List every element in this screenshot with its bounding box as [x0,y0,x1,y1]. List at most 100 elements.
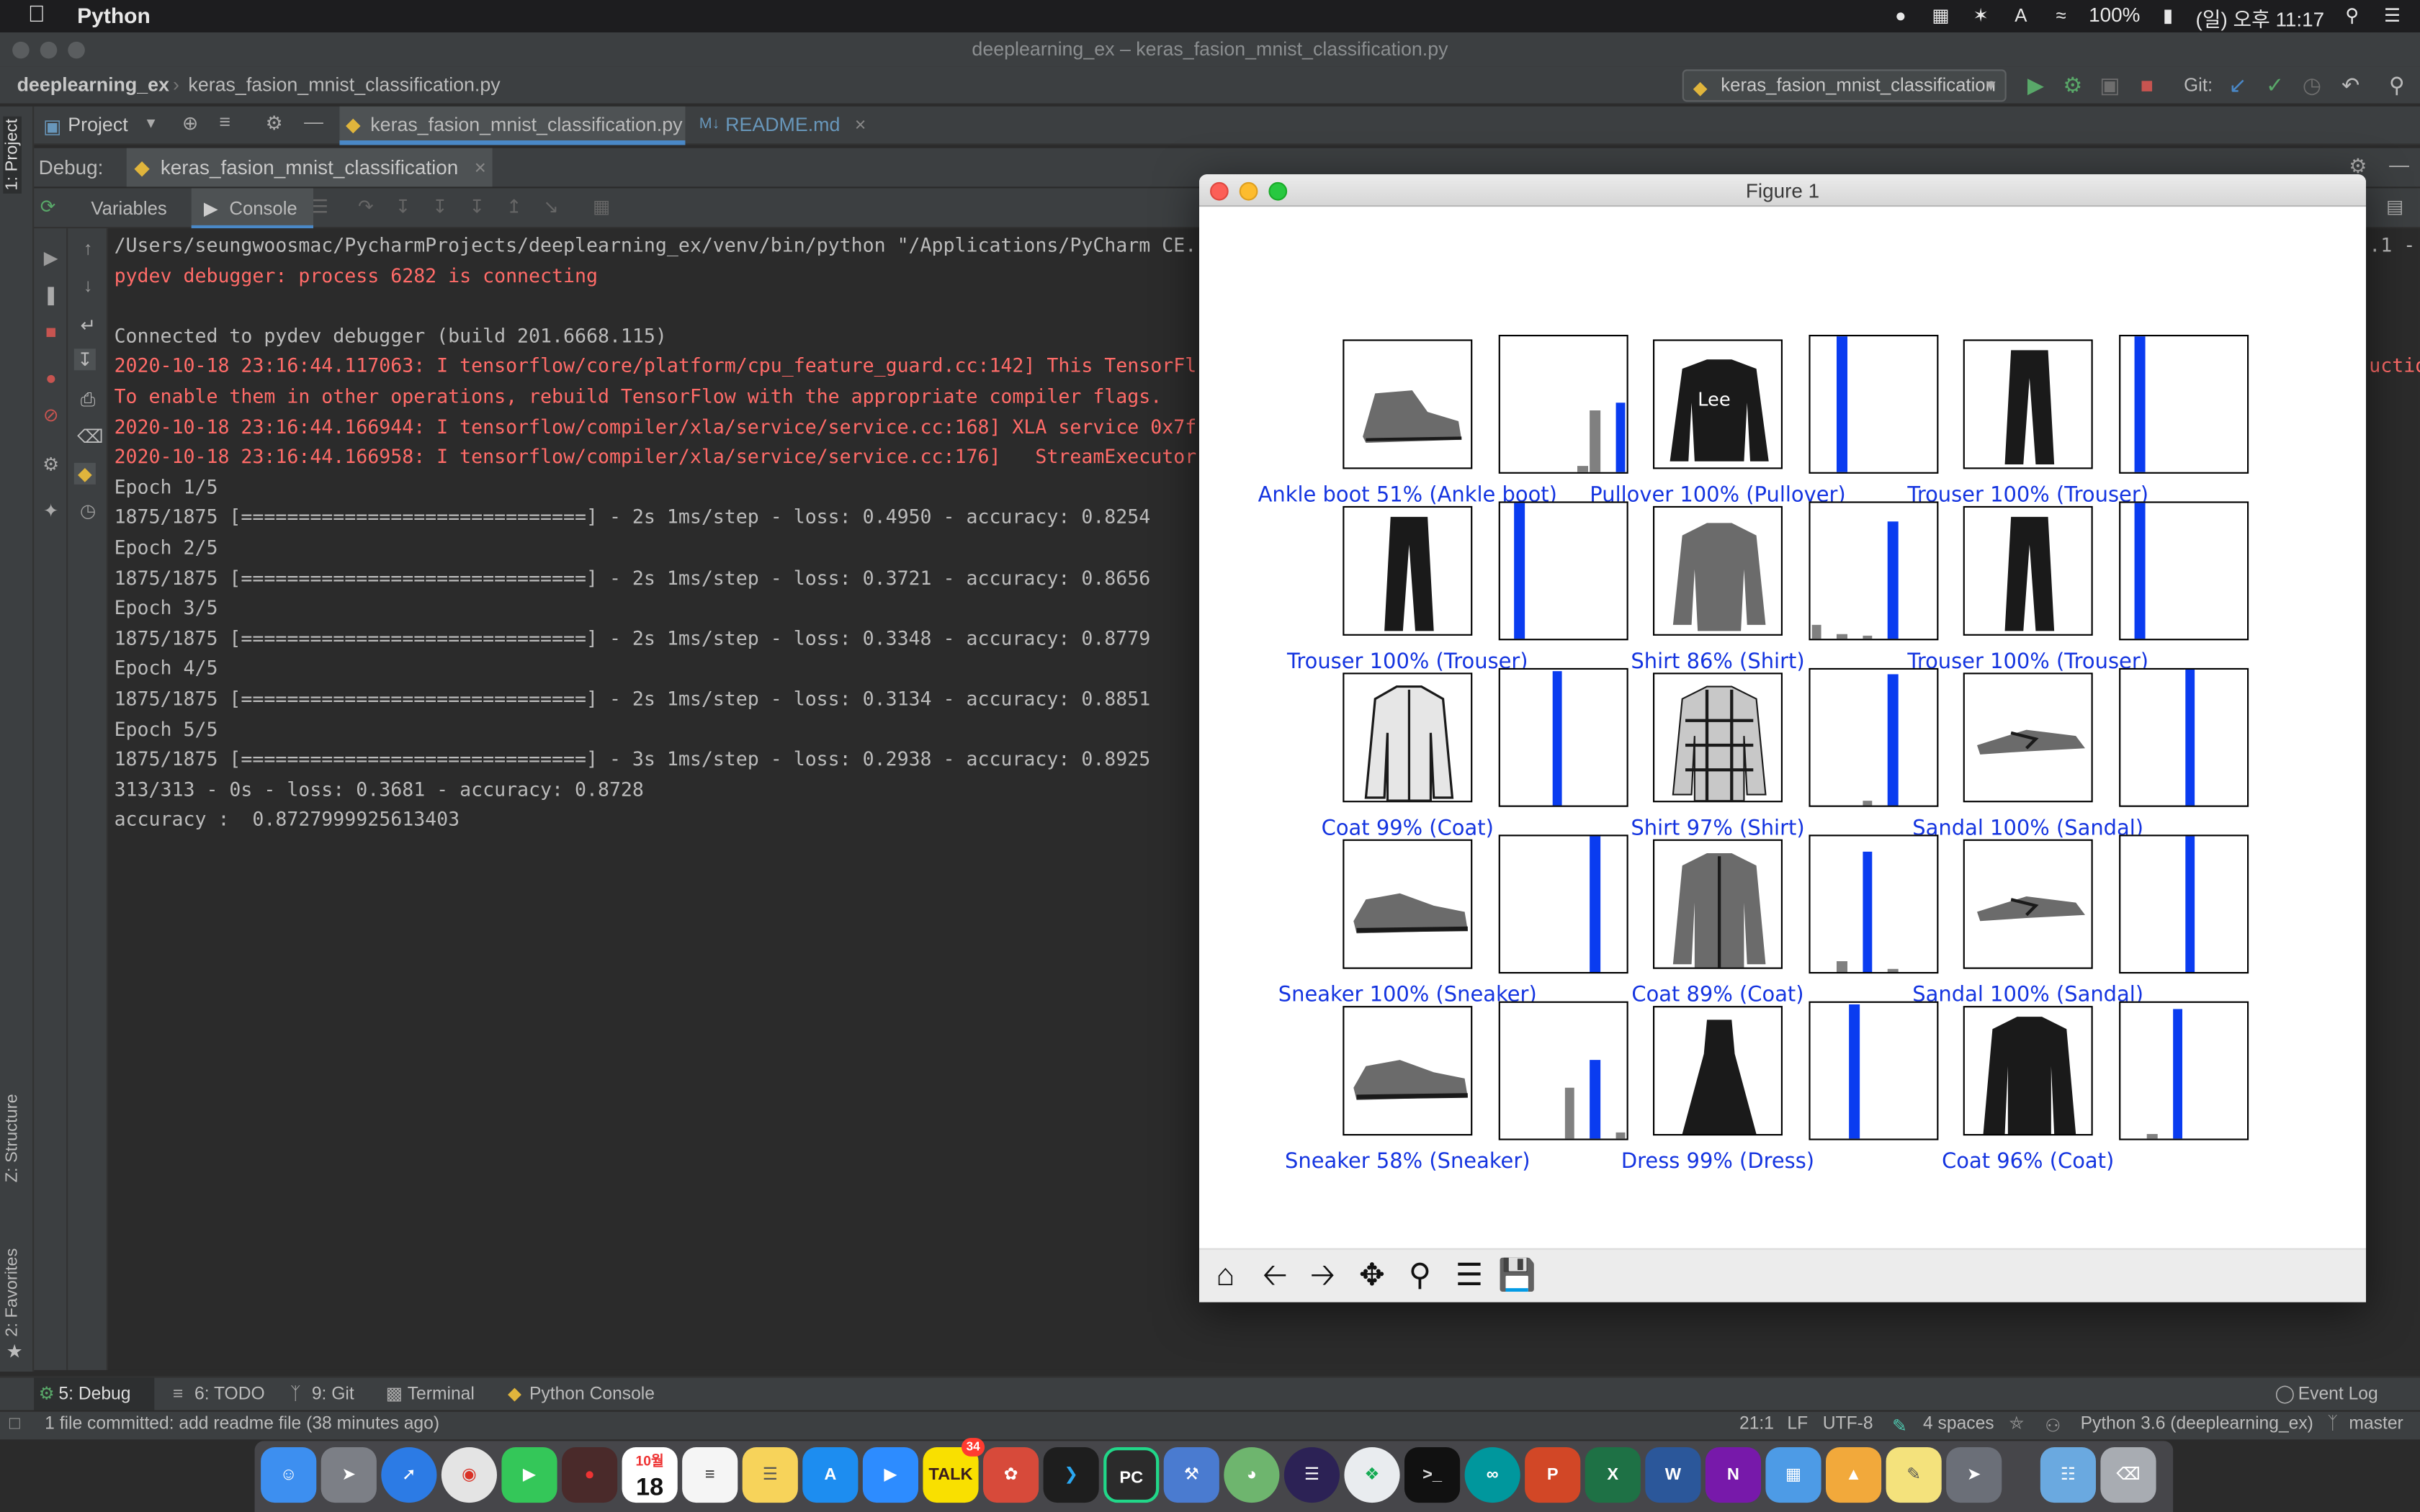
close-icon[interactable]: × [855,114,866,136]
mute-breakpoints-icon[interactable]: ⊘ [40,404,62,426]
project-tool-title[interactable]: Project [68,114,127,136]
history-icon[interactable]: ◷ [77,500,99,521]
tab-variables[interactable]: Variables [91,188,166,228]
lock-icon[interactable]: ⛤ [2009,1415,2024,1435]
zoom-icon[interactable]: ⚲ [1400,1256,1440,1296]
search-everywhere-icon[interactable]: ⚲ [2385,73,2409,97]
settings-icon[interactable]: ⚙ [40,454,62,475]
forward-icon[interactable]: 🡢 [1303,1256,1343,1296]
figure-canvas[interactable]: Ankle boot 51% (Ankle boot) Lee Pullover 1… [1199,207,2366,1248]
configure-icon[interactable]: ☰ [1449,1256,1489,1296]
scroll-down-icon[interactable]: ↓ [77,274,99,296]
tab-git[interactable]: ᛉ 9: Git [287,1378,354,1412]
pan-icon[interactable]: ✥ [1352,1256,1392,1296]
window-close-button[interactable] [12,41,30,59]
window-minimize-button[interactable] [40,41,58,59]
tab-console[interactable]: ▶ Console [191,188,313,229]
word-icon[interactable]: W [1645,1446,1701,1503]
status-message[interactable]: 1 file committed: add readme file (38 mi… [45,1415,439,1434]
stickies-icon[interactable]: ✎ [1886,1446,1942,1503]
app-store-icon[interactable]: A [802,1446,859,1503]
breadcrumb-project[interactable]: deeplearning_ex [17,74,169,96]
vlc-icon[interactable]: ▲ [1826,1446,1882,1503]
minimize-icon[interactable] [1239,181,1258,201]
excel-icon[interactable]: X [1585,1446,1641,1503]
file-manager-icon[interactable]: ▦ [1765,1446,1821,1503]
debug-session-tab[interactable]: ◆ keras_fasion_mnist_classification × [126,148,493,187]
vscode-icon[interactable]: ❯ [1043,1446,1099,1503]
hide-panel-icon[interactable]: — [304,111,323,132]
tab-debug[interactable]: ⚙ 5: Debug [34,1377,155,1412]
git-history-icon[interactable]: ◷ [2300,73,2324,97]
powerpoint-icon[interactable]: P [1525,1446,1581,1503]
battery-icon[interactable]: ▮ [2156,3,2180,27]
photo-booth-icon[interactable]: ● [562,1446,618,1503]
pin-icon[interactable]: ✦ [40,500,62,521]
inspector-icon[interactable]: ⚇ [2045,1415,2061,1436]
gear-icon[interactable]: ⚙ [266,111,283,134]
close-icon[interactable] [1210,181,1229,201]
menubar-clock[interactable]: (일) 오후 11:17 [2196,3,2325,32]
pycharm-icon[interactable]: PC [1103,1446,1160,1503]
print-icon[interactable]: ⎙ [77,389,99,410]
tab-terminal[interactable]: ▩ Terminal [382,1378,475,1412]
step-into-icon[interactable]: ↧ [395,196,411,217]
reminders-icon[interactable]: ≡ [682,1446,738,1503]
git-branch[interactable]: master [2349,1415,2403,1434]
rocket-app-icon[interactable]: ➤ [1946,1446,2002,1503]
pause-icon[interactable]: ❚ [40,284,62,305]
status-panel-icon[interactable]: □ [9,1415,20,1434]
home-icon[interactable]: ⌂ [1206,1256,1246,1296]
scroll-up-icon[interactable]: ↑ [77,238,99,259]
clear-all-icon[interactable]: ⌫ [77,426,103,447]
coverage-icon[interactable]: ▣ [2097,73,2122,97]
zoom-app-icon[interactable]: ▶ [862,1446,918,1503]
structure-tool-tab[interactable]: Z: Structure [3,1094,22,1182]
breadcrumb-file[interactable]: keras_fasion_mnist_classification.py [188,74,500,96]
window-zoom-button[interactable] [68,41,85,59]
onenote-icon[interactable]: N [1705,1446,1761,1503]
show-frames-icon[interactable]: ☰ [312,196,328,217]
tab-keras-file[interactable]: ◆ keras_fasion_mnist_classification.py × [339,106,686,173]
line-separator[interactable]: LF [1787,1415,1808,1434]
event-log-button[interactable]: ◯ Event Log [2273,1378,2378,1412]
project-dropdown-icon[interactable]: ▾ [147,112,156,133]
hangul-icon[interactable]: ▦ [1928,3,1953,27]
back-icon[interactable]: 🡠 [1255,1256,1295,1296]
bluetooth-icon[interactable]: ✶ [1968,3,1993,27]
layout-icon[interactable]: ▤ [2386,196,2403,217]
favorites-tool-tab[interactable]: 2: Favorites [3,1248,22,1337]
calendar-icon[interactable]: 10월 18 [622,1446,678,1503]
eclipse-icon[interactable]: ☰ [1283,1446,1340,1503]
view-breakpoints-icon[interactable]: ● [40,367,62,389]
git-rollback-icon[interactable]: ↶ [2338,73,2362,97]
file-encoding[interactable]: UTF-8 [1823,1415,1873,1434]
tab-readme[interactable]: M↓ README.md × [694,107,879,145]
save-icon[interactable]: 💾 [1497,1256,1538,1296]
control-center-icon[interactable]: ☰ [2380,3,2404,27]
notification-icon[interactable]: ● [1888,3,1913,27]
tab-python-console[interactable]: ◆ Python Console [505,1378,655,1412]
finder-icon[interactable]: ☺ [261,1446,317,1503]
python-console-icon[interactable]: ◆ [73,462,96,485]
python-interpreter[interactable]: Python 3.6 (deeplearning_ex) [2081,1415,2313,1434]
stop-icon[interactable]: ■ [40,321,62,343]
git-update-icon[interactable]: ↙ [2226,73,2250,97]
xcode-icon[interactable]: ⚒ [1163,1446,1219,1503]
run-configuration-select[interactable]: ◆ keras_fasion_mnist_classification ▾ [1682,69,2007,102]
scroll-to-end-icon[interactable]: ↧ [73,348,96,371]
step-into-my-code-icon[interactable]: ↧ [432,196,448,217]
rerun-icon[interactable]: ⟳ [40,196,56,217]
terminal-app-icon[interactable]: >_ [1404,1446,1461,1503]
mongodb-compass-icon[interactable]: ❖ [1344,1446,1400,1503]
pinwheel-app-icon[interactable]: ✿ [983,1446,1039,1503]
notes-icon[interactable]: ☰ [742,1446,798,1503]
input-source-icon[interactable]: A [2009,3,2033,27]
indent-setting[interactable]: 4 spaces [1923,1415,1994,1434]
force-step-into-icon[interactable]: ↧ [469,196,485,217]
project-tool-tab[interactable]: 1: Project [3,115,22,194]
android-studio-icon[interactable]: ◕ [1224,1446,1280,1503]
safari-icon[interactable]: ➚ [381,1446,437,1503]
downloads-folder-icon[interactable]: ☷ [2040,1446,2096,1503]
apple-menu-icon[interactable]:  [28,1,45,27]
